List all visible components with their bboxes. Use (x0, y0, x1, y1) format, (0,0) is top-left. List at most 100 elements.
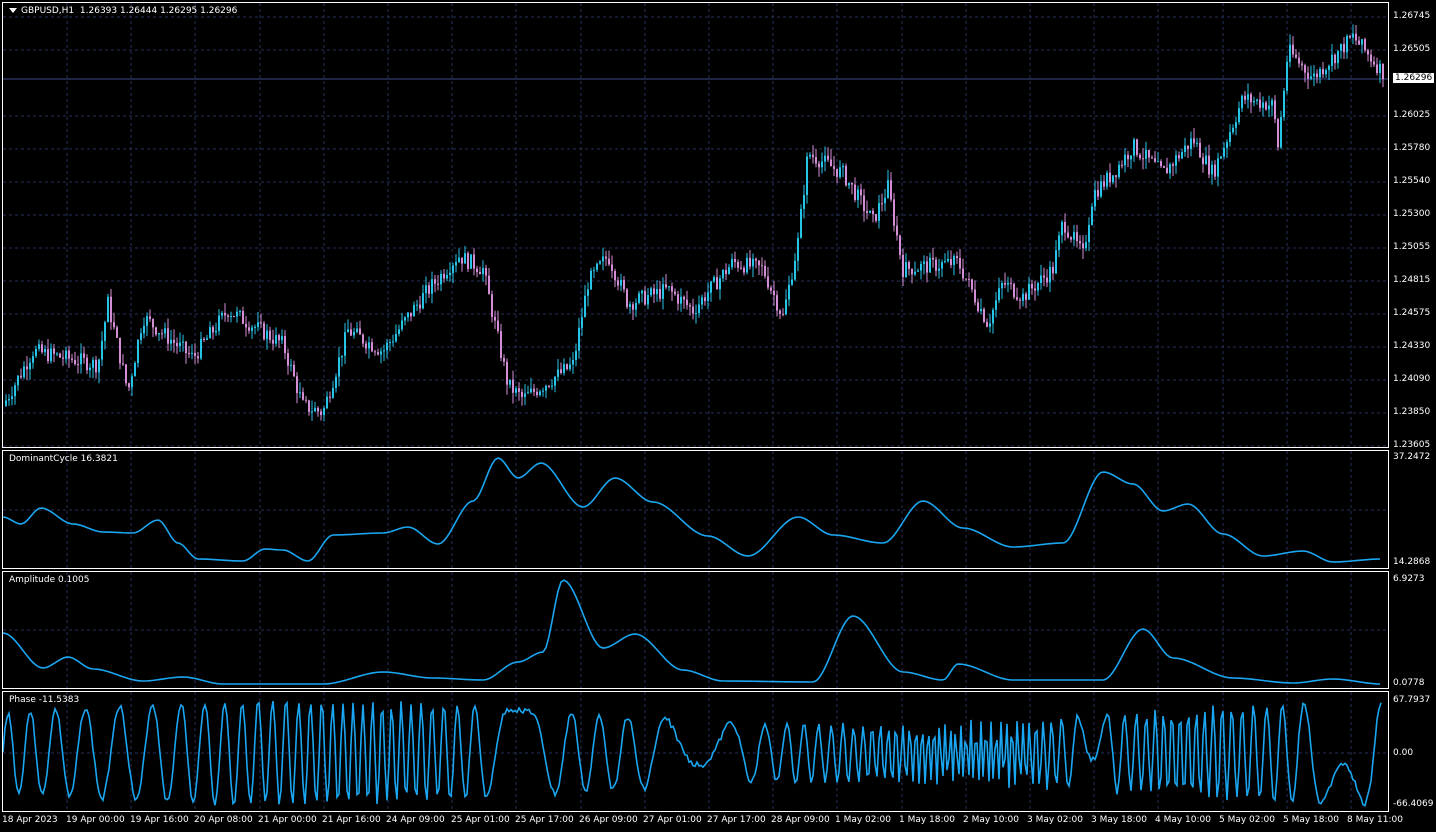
time-tick-label: 19 Apr 00:00 (66, 815, 125, 825)
dominant-cycle-pane[interactable]: DominantCycle 16.3821 (2, 450, 1389, 569)
price-scale[interactable]: 1.26745 1.26505 1.26025 1.25780 1.25540 1.253… (1389, 2, 1436, 450)
candle-body (89, 367, 91, 371)
candle-body (1208, 155, 1210, 175)
candle-body (974, 289, 976, 303)
candle-body (806, 156, 808, 195)
candle-body (1124, 154, 1126, 166)
candle-body (17, 375, 19, 386)
candle-body (1319, 68, 1321, 78)
candle-body (134, 362, 136, 377)
candle-body (533, 388, 535, 392)
candle-body (434, 279, 436, 284)
candle-body (833, 166, 835, 169)
candle-body (536, 391, 538, 396)
price-chart-pane[interactable]: GBPUSD,H1 1.26393 1.26444 1.26295 1.2629… (2, 2, 1389, 448)
price-tick-label: 1.23850 (1393, 407, 1431, 417)
candle-body (176, 342, 178, 347)
phase-line (3, 700, 1382, 807)
chevron-down-icon[interactable] (9, 8, 17, 13)
candle-body (506, 361, 508, 385)
candle-body (302, 392, 304, 400)
candle-body (839, 167, 841, 177)
candle-body (65, 350, 67, 359)
candle-body (878, 203, 880, 221)
candle-body (794, 260, 796, 280)
candle-body (911, 268, 913, 275)
candle-body (1382, 63, 1384, 80)
candle-body (1196, 142, 1198, 144)
candle-body (1301, 63, 1303, 66)
candle-body (1250, 94, 1252, 103)
candle-body (590, 270, 592, 290)
candle-body (1340, 43, 1342, 51)
candle-body (953, 256, 955, 266)
candle-body (962, 268, 964, 279)
candle-body (662, 284, 664, 299)
candle-body (146, 316, 148, 326)
candle-body (1202, 157, 1204, 165)
candle-body (635, 302, 637, 310)
candle-body (1007, 282, 1009, 285)
chart-symbol-title[interactable]: GBPUSD,H1 1.26393 1.26444 1.26295 1.2629… (9, 6, 237, 16)
candle-body (389, 342, 391, 344)
candle-body (575, 350, 577, 360)
candle-body (164, 328, 166, 334)
amplitude-pane[interactable]: Amplitude 0.1005 (2, 571, 1389, 689)
candle-body (593, 269, 595, 271)
candle-body (578, 327, 580, 351)
candle-body (875, 214, 877, 221)
candle-body (269, 330, 271, 340)
phase-scale: 67.7937 0.00 -66.4069 (1389, 691, 1436, 812)
candle-body (251, 327, 253, 331)
time-tick-label: 21 Apr 00:00 (258, 815, 317, 825)
candle-body (1082, 243, 1084, 249)
candle-body (698, 304, 700, 314)
time-axis[interactable]: 18 Apr 2023 19 Apr 00:00 19 Apr 16:00 20 Ap… (0, 812, 1436, 832)
time-tick-label: 28 Apr 09:00 (771, 815, 830, 825)
candle-body (110, 296, 112, 323)
candle-body (671, 286, 673, 292)
candle-body (872, 210, 874, 215)
candle-body (569, 364, 571, 370)
candle-body (1199, 142, 1201, 158)
candle-body (980, 308, 982, 312)
candle-body (923, 261, 925, 264)
candle-body (422, 293, 424, 309)
candle-body (692, 306, 694, 314)
candle-body (191, 352, 193, 354)
candle-body (419, 304, 421, 309)
candle-body (323, 408, 325, 415)
candle-body (167, 328, 169, 344)
candle-body (449, 272, 451, 276)
candle-body (641, 290, 643, 294)
candle-body (959, 258, 961, 269)
candle-body (485, 268, 487, 276)
candle-body (782, 313, 784, 315)
phase-pane[interactable]: Phase -11.5383 (2, 691, 1389, 812)
candle-body (446, 275, 448, 279)
candle-body (425, 285, 427, 294)
candle-body (86, 357, 88, 371)
candle-body (149, 316, 151, 320)
candle-body (200, 338, 202, 359)
candle-body (746, 257, 748, 273)
candle-body (47, 349, 49, 362)
candle-body (413, 305, 415, 317)
candle-body (920, 263, 922, 271)
candle-body (284, 336, 286, 354)
price-tick-label: 1.25540 (1393, 176, 1431, 186)
candle-body (1010, 282, 1012, 284)
candle-body (230, 316, 232, 318)
candle-body (512, 379, 514, 393)
candle-body (260, 322, 262, 324)
candle-body (38, 344, 40, 349)
candle-body (1088, 224, 1090, 243)
candle-body (1214, 164, 1216, 177)
candle-body (497, 320, 499, 332)
candle-body (41, 344, 43, 353)
candle-body (1163, 166, 1165, 168)
price-tick-label: 1.24815 (1393, 275, 1431, 285)
candle-body (638, 293, 640, 303)
candle-body (998, 288, 1000, 301)
candle-body (581, 317, 583, 328)
